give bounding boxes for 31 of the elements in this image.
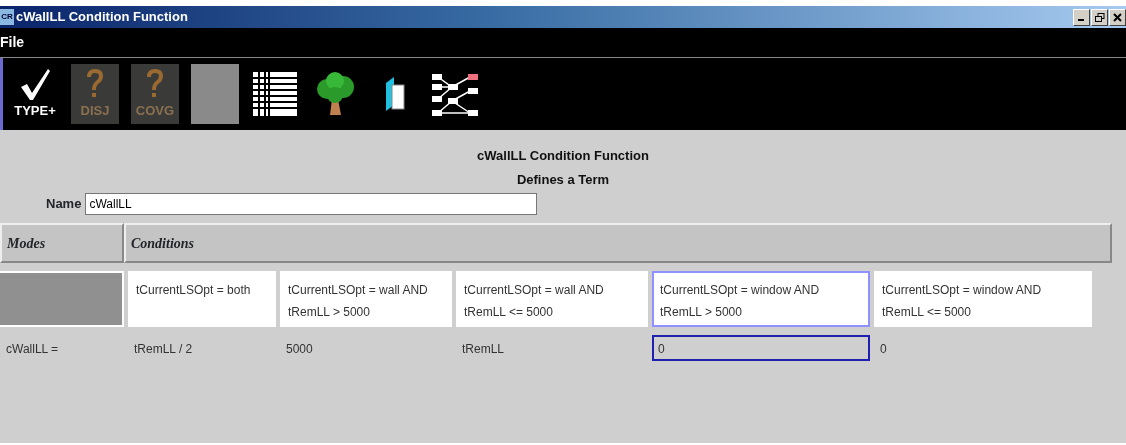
row-label: cWallLL =: [5, 341, 60, 358]
close-button[interactable]: [1109, 8, 1126, 26]
value-cell[interactable]: tRemLL / 2: [128, 335, 276, 361]
value-cell[interactable]: tRemLL: [456, 335, 648, 361]
condition-cell[interactable]: tCurrentLSOpt = wall AND tRemLL > 5000: [280, 271, 452, 327]
value-cell[interactable]: 0: [652, 335, 870, 361]
book-icon: [384, 77, 406, 111]
condition-cell[interactable]: tCurrentLSOpt = wall AND tRemLL <= 5000: [456, 271, 648, 327]
name-label: Name: [46, 195, 82, 214]
restore-button[interactable]: [1091, 8, 1108, 26]
condition-cell[interactable]: tCurrentLSOpt = window AND tRemLL > 5000: [652, 271, 870, 327]
app-icon: CR: [0, 9, 14, 25]
menu-item[interactable]: File: [0, 32, 25, 53]
window-title: cWallLL Condition Function: [16, 8, 189, 27]
panel-subtitle: Defines a Term: [515, 170, 611, 189]
condition-cell[interactable]: tCurrentLSOpt = both: [128, 271, 276, 327]
restore-icon: [1094, 12, 1105, 23]
value-cell[interactable]: 5000: [280, 335, 452, 361]
name-field[interactable]: cWallLL: [85, 193, 538, 215]
condition-cell[interactable]: tCurrentLSOpt = window AND tRemLL <= 5000: [874, 271, 1092, 327]
close-icon: [1113, 13, 1122, 23]
minimize-button[interactable]: [1073, 8, 1090, 26]
modes-header: Modes: [0, 223, 124, 263]
check-icon: [18, 67, 52, 102]
table-icon: [253, 72, 297, 116]
panel-title: cWallLL Condition Function: [476, 147, 650, 165]
tree-icon: [315, 71, 355, 117]
conditions-header: Conditions: [124, 223, 1112, 263]
network-diagram-icon: [430, 71, 480, 117]
type-check-button[interactable]: TYPE+: [11, 64, 59, 124]
value-cell[interactable]: 0: [874, 335, 1092, 361]
